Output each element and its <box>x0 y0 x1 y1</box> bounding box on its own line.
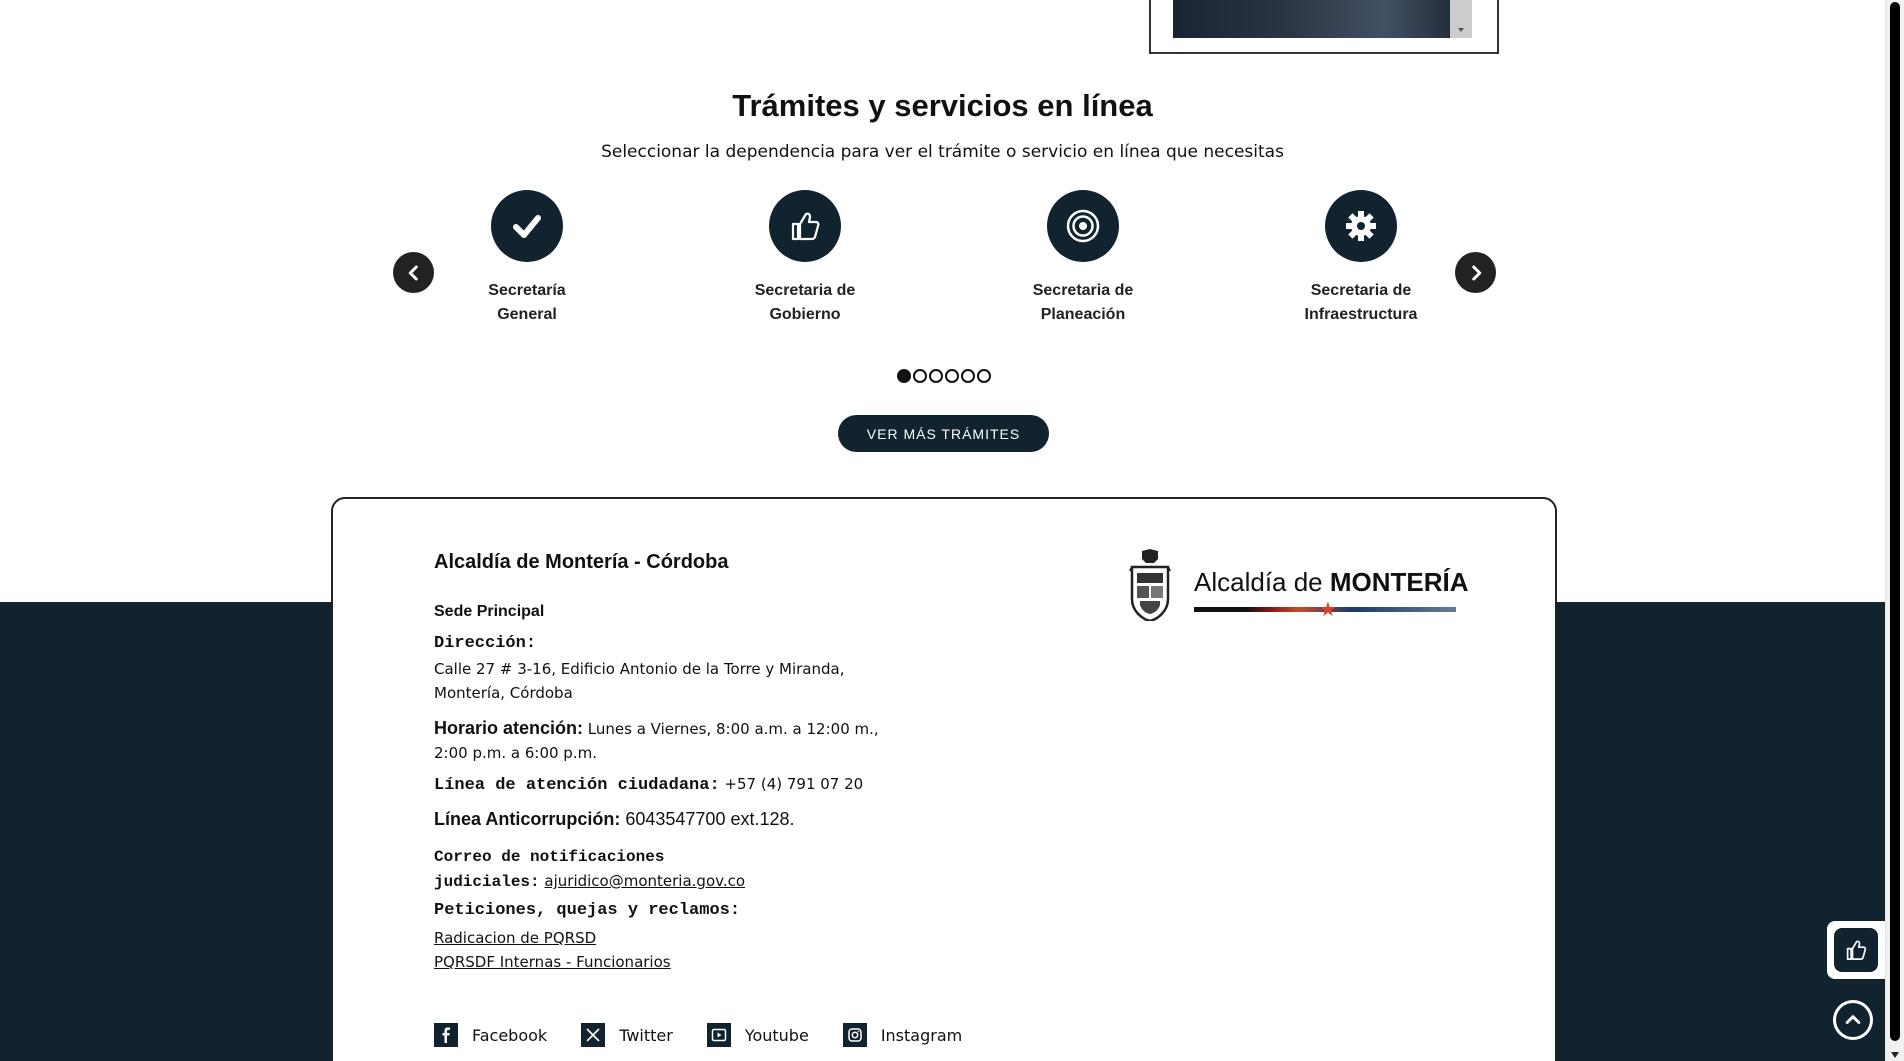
video-embed[interactable] <box>1149 0 1499 54</box>
correo-link[interactable]: ajuridico@monteria.gov.co <box>544 872 745 890</box>
pqr-label: Peticiones, quejas y reclamos: <box>434 901 741 920</box>
page-scrollbar[interactable] <box>1885 0 1904 1061</box>
section-title: Trámites y servicios en línea <box>732 88 1153 123</box>
service-secretaria-general[interactable]: Secretaría General <box>427 190 627 327</box>
scroll-top-button[interactable] <box>1833 1000 1873 1040</box>
direccion-label: Dirección: <box>434 634 537 653</box>
carousel-dot-1[interactable] <box>897 369 911 383</box>
pqr-links: Radicacion de PQRSD PQRSDF Internas - Fu… <box>434 926 671 974</box>
scrollbar-thumb[interactable] <box>1890 2 1900 1041</box>
youtube-link[interactable]: Youtube <box>706 1023 809 1047</box>
pqrsdf-internas-link[interactable]: PQRSDF Internas - Funcionarios <box>434 950 671 974</box>
footer-card: Alcaldía de Montería - Córdoba Sede Prin… <box>331 497 1557 1061</box>
service-secretaria-infraestructura[interactable]: Secretaria de Infraestructura <box>1261 190 1461 327</box>
service-label: Secretaria de Gobierno <box>754 282 856 323</box>
footer-title: Alcaldía de Montería - Córdoba <box>434 551 729 573</box>
footer-sede: Sede Principal <box>434 603 545 620</box>
horario: Horario atención: Lunes a Viernes, 8:00 … <box>434 718 879 762</box>
carousel-next-button[interactable] <box>1455 252 1496 293</box>
thumbs-up-icon <box>769 190 841 262</box>
instagram-icon <box>842 1023 867 1047</box>
logo-text: Alcaldía de MONTERÍA <box>1194 567 1469 597</box>
youtube-icon <box>706 1023 731 1047</box>
service-secretaria-gobierno[interactable]: Secretaria de Gobierno <box>705 190 905 327</box>
direccion-value: Calle 27 # 3-16, Edificio Antonio de la … <box>434 660 845 702</box>
like-float-button[interactable] <box>1827 921 1885 979</box>
video-thumbnail[interactable] <box>1173 0 1472 38</box>
gear-icon <box>1325 190 1397 262</box>
check-icon <box>491 190 563 262</box>
service-label: Secretaría General <box>488 282 566 323</box>
facebook-icon <box>434 1023 458 1047</box>
chevron-up-icon <box>1845 1015 1861 1024</box>
chevron-right-icon <box>1471 265 1481 280</box>
facebook-link[interactable]: Facebook <box>434 1023 547 1047</box>
service-secretaria-planeacion[interactable]: Secretaria de Planeación <box>983 190 1183 327</box>
scrollbar-down-arrow[interactable] <box>1891 1052 1899 1058</box>
service-label: Secretaria de Planeación <box>1032 282 1134 323</box>
twitter-link[interactable]: Twitter <box>581 1023 673 1047</box>
carousel-dot-5[interactable] <box>961 369 975 383</box>
carousel-dot-2[interactable] <box>913 369 927 383</box>
x-twitter-icon <box>581 1023 606 1047</box>
star-icon: ★ <box>1319 597 1337 621</box>
thumbs-up-icon <box>1846 940 1867 960</box>
carousel-dot-6[interactable] <box>977 369 991 383</box>
chevron-left-icon <box>408 265 418 280</box>
service-label: Secretaria de Infraestructura <box>1304 282 1418 323</box>
linea-atencion: Línea de atención ciudadana: +57 (4) 791… <box>434 775 864 795</box>
linea-anticorrupcion: Línea Anticorrupción: 6043547700 ext.128… <box>434 809 795 829</box>
carousel-dot-3[interactable] <box>929 369 943 383</box>
carousel-pagination <box>897 369 991 383</box>
section-subtitle: Seleccionar la dependencia para ver el t… <box>601 142 1284 162</box>
video-scrollbar[interactable] <box>1450 0 1472 38</box>
correo-notificaciones: Correo de notificaciones judiciales: ajur… <box>434 848 746 891</box>
instagram-link[interactable]: Instagram <box>842 1023 962 1047</box>
carousel-dot-4[interactable] <box>945 369 959 383</box>
radicacion-pqrsd-link[interactable]: Radicacion de PQRSD <box>434 926 671 950</box>
coat-of-arms-icon <box>1129 549 1171 621</box>
ver-mas-tramites-button[interactable]: VER MÁS TRÁMITES <box>838 415 1049 452</box>
social-links: Facebook Twitter Youtube Instagram <box>434 1023 962 1047</box>
target-icon <box>1047 190 1119 262</box>
alcaldia-logo: Alcaldía de MONTERÍA ★ <box>1128 549 1469 629</box>
